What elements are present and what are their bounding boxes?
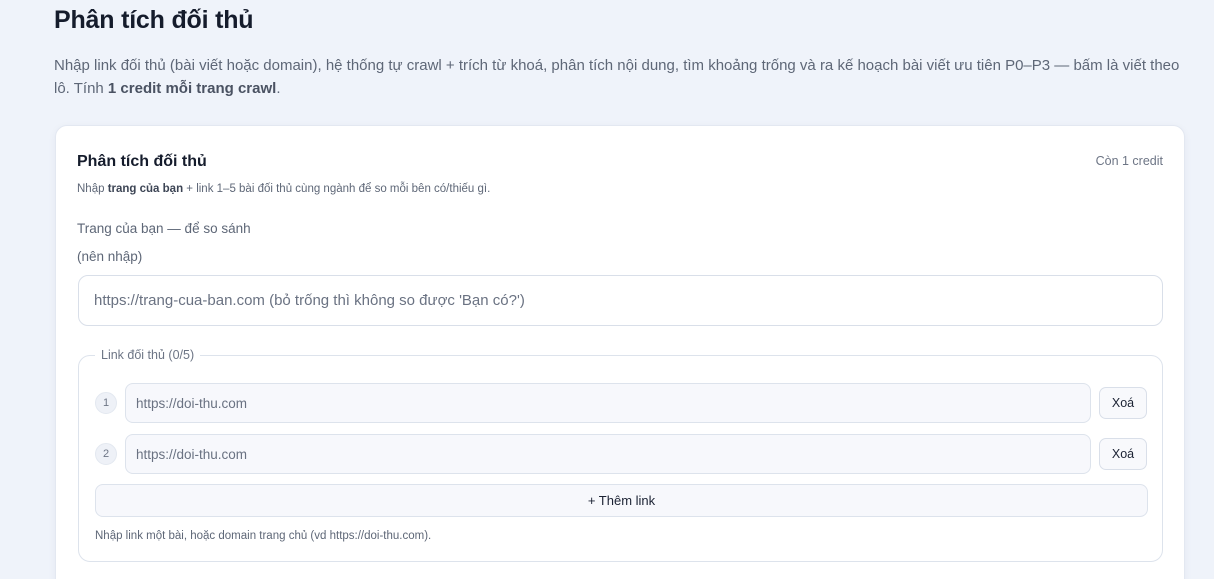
card-hint-suffix: + link 1–5 bài đối thủ cùng ngành để so … [183,183,491,195]
own-page-url-input[interactable] [78,275,1163,326]
competitor-links-hint: Nhập link một bài, hoặc domain trang chủ… [95,530,432,542]
credit-balance: Còn 1 credit [1095,154,1163,168]
page-description-credit: 1 credit mỗi trang crawl [107,80,277,97]
row-number-badge: 1 [95,392,117,414]
competitor-link-row: 1 Xoá [95,383,1148,423]
card-hint-prefix: Nhập [77,183,108,195]
own-page-sublabel: (nên nhập) [77,249,143,264]
row-number-badge: 2 [95,443,117,465]
competitor-links-legend: Link đối thủ (0/5) [95,348,201,362]
add-link-button[interactable]: + Thêm link [95,484,1148,517]
competitor-analysis-card: Phân tích đối thủ Còn 1 credit Nhập tran… [55,125,1185,579]
remove-link-button-1[interactable]: Xoá [1099,387,1147,419]
own-page-label: Trang của bạn — để so sánh [77,221,251,236]
page: Phân tích đối thủ Nhập link đối thủ (bài… [0,0,1214,579]
page-title: Phân tích đối thủ [54,6,254,34]
card-hint: Nhập trang của bạn + link 1–5 bài đối th… [77,183,490,195]
card-hint-bold: trang của bạn [107,183,184,195]
competitor-link-row: 2 Xoá [95,434,1148,474]
card-title: Phân tích đối thủ [77,153,207,170]
page-description: Nhập link đối thủ (bài viết hoặc domain)… [54,54,1189,100]
competitor-links-fieldset: Link đối thủ (0/5) 1 Xoá 2 Xoá + Thêm li… [78,348,1163,562]
competitor-url-input-1[interactable] [125,383,1091,423]
remove-link-button-2[interactable]: Xoá [1099,438,1147,470]
competitor-url-input-2[interactable] [125,434,1091,474]
page-description-end: . [276,80,281,97]
